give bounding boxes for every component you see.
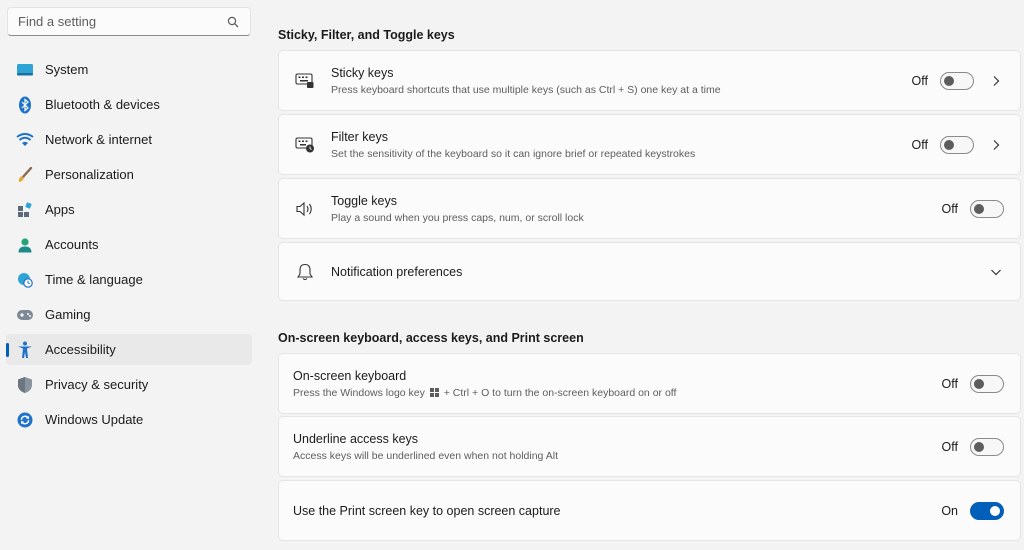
search-icon[interactable] (226, 15, 240, 29)
underline-access-keys-card[interactable]: Underline access keys Access keys will b… (278, 416, 1021, 477)
chevron-down-icon[interactable] (988, 268, 1004, 276)
bluetooth-icon (16, 96, 34, 114)
filter-keys-desc: Set the sensitivity of the keyboard so i… (331, 147, 696, 160)
sidebar-item-label: Time & language (45, 272, 143, 287)
filter-keys-icon (279, 136, 331, 153)
underline-access-keys-title: Underline access keys (293, 431, 419, 446)
brush-icon (16, 166, 34, 184)
toggle-keys-title: Toggle keys (331, 193, 398, 208)
sidebar-item-label: Accounts (45, 237, 99, 252)
toggle-keys-card[interactable]: Toggle keys Play a sound when you press … (278, 178, 1021, 239)
controller-icon (16, 306, 34, 324)
sticky-keys-card[interactable]: Sticky keys Press keyboard shortcuts tha… (278, 50, 1021, 111)
sticky-keys-title: Sticky keys (331, 65, 394, 80)
print-screen-title: Use the Print screen key to open screen … (293, 503, 561, 518)
sidebar-item-accessibility[interactable]: Accessibility (6, 334, 252, 365)
sidebar-item-time-language[interactable]: Time & language (6, 264, 252, 295)
sidebar-item-label: Personalization (45, 167, 134, 182)
sidebar-item-label: Windows Update (45, 412, 144, 427)
search-box[interactable] (7, 7, 251, 36)
sidebar-item-label: Network & internet (45, 132, 152, 147)
filter-keys-state: Off (911, 137, 928, 152)
sidebar-item-accounts[interactable]: Accounts (6, 229, 252, 260)
windows-logo-icon (429, 387, 439, 397)
notification-preferences-card[interactable]: Notification preferences (278, 242, 1021, 301)
sidebar-item-label: Privacy & security (45, 377, 149, 392)
sticky-keys-icon (279, 72, 331, 89)
person-icon (16, 236, 34, 254)
shield-icon (16, 376, 34, 394)
sidebar-item-privacy[interactable]: Privacy & security (6, 369, 252, 400)
sticky-keys-desc: Press keyboard shortcuts that use multip… (331, 83, 721, 96)
section-title-keys: Sticky, Filter, and Toggle keys (278, 28, 455, 42)
speaker-icon (279, 201, 331, 217)
sidebar-item-label: Apps (45, 202, 75, 217)
sidebar: System Bluetooth & devices Network & int… (0, 0, 262, 550)
sidebar-item-system[interactable]: System (6, 54, 252, 85)
filter-keys-title: Filter keys (331, 129, 388, 144)
sidebar-item-label: System (45, 62, 89, 77)
print-screen-card[interactable]: Use the Print screen key to open screen … (278, 480, 1021, 541)
accessibility-icon (16, 341, 34, 359)
chevron-right-icon[interactable] (988, 139, 1004, 151)
underline-access-keys-state: Off (941, 439, 958, 454)
sticky-keys-toggle[interactable] (940, 71, 974, 90)
apps-icon (16, 201, 34, 219)
search-input[interactable] (18, 14, 226, 29)
chevron-right-icon[interactable] (988, 75, 1004, 87)
underline-access-keys-desc: Access keys will be underlined even when… (293, 449, 558, 462)
sidebar-nav: System Bluetooth & devices Network & int… (6, 54, 252, 439)
sidebar-item-label: Bluetooth & devices (45, 97, 160, 112)
bell-icon (279, 263, 331, 281)
section-title-onscreen: On-screen keyboard, access keys, and Pri… (278, 331, 584, 345)
filter-keys-card[interactable]: Filter keys Set the sensitivity of the k… (278, 114, 1021, 175)
sidebar-item-label: Accessibility (45, 342, 116, 357)
toggle-keys-state: Off (941, 201, 958, 216)
filter-keys-toggle[interactable] (940, 135, 974, 154)
on-screen-keyboard-state: Off (941, 376, 958, 391)
update-icon (16, 411, 34, 429)
sidebar-item-bluetooth[interactable]: Bluetooth & devices (6, 89, 252, 120)
sidebar-item-gaming[interactable]: Gaming (6, 299, 252, 330)
wifi-icon (16, 131, 34, 149)
sticky-keys-state: Off (911, 73, 928, 88)
sidebar-item-apps[interactable]: Apps (6, 194, 252, 225)
on-screen-keyboard-toggle[interactable] (970, 374, 1004, 393)
sidebar-item-label: Gaming (45, 307, 91, 322)
on-screen-keyboard-title: On-screen keyboard (293, 368, 407, 383)
print-screen-state: On (941, 503, 958, 518)
on-screen-keyboard-card[interactable]: On-screen keyboard Press the Windows log… (278, 353, 1021, 414)
on-screen-keyboard-desc: Press the Windows logo key + Ctrl + O to… (293, 386, 677, 399)
underline-access-keys-toggle[interactable] (970, 437, 1004, 456)
sidebar-item-personalization[interactable]: Personalization (6, 159, 252, 190)
sidebar-item-network[interactable]: Network & internet (6, 124, 252, 155)
sidebar-item-windows-update[interactable]: Windows Update (6, 404, 252, 435)
notification-preferences-title: Notification preferences (331, 264, 463, 279)
clock-globe-icon (16, 271, 34, 289)
print-screen-toggle[interactable] (970, 501, 1004, 520)
toggle-keys-toggle[interactable] (970, 199, 1004, 218)
toggle-keys-desc: Play a sound when you press caps, num, o… (331, 211, 584, 224)
system-icon (16, 61, 34, 79)
